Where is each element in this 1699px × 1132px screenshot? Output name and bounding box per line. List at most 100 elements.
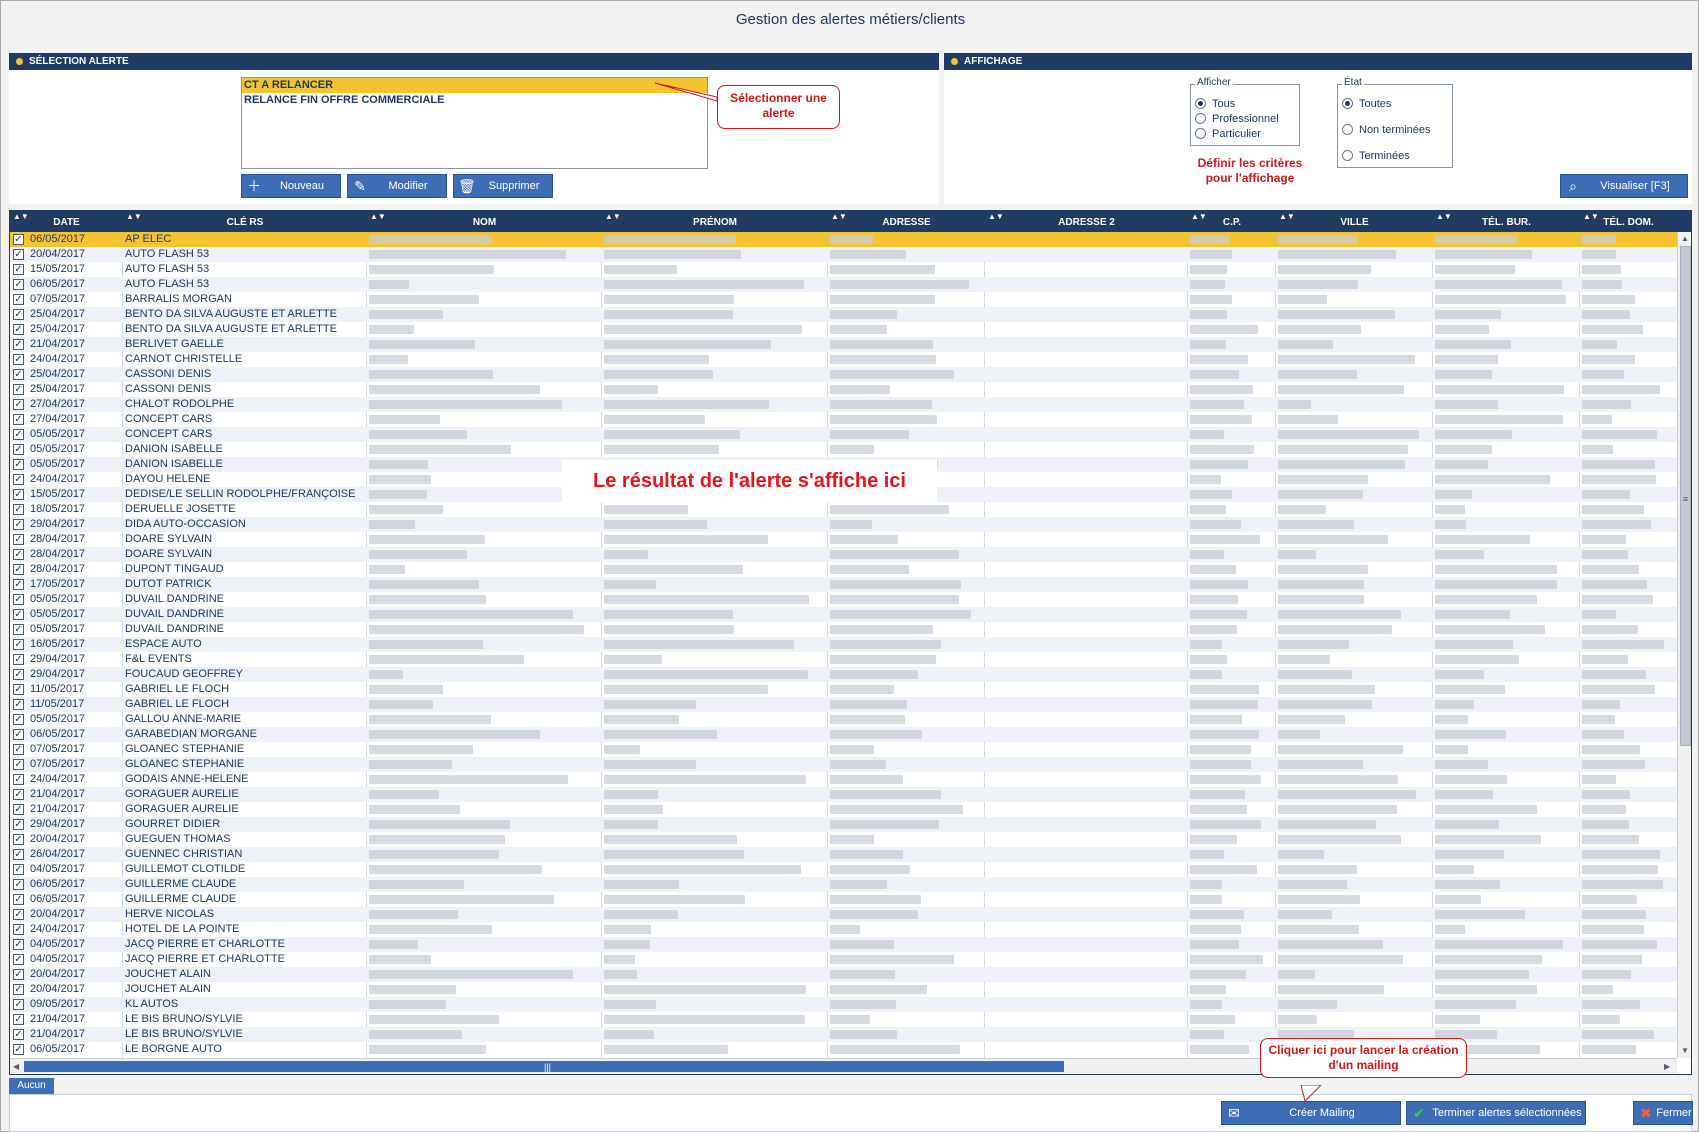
row-checkbox[interactable]: ✓ xyxy=(13,279,24,290)
row-checkbox[interactable]: ✓ xyxy=(13,294,24,305)
scroll-right-icon[interactable]: ▶ xyxy=(1664,1060,1670,1073)
table-row[interactable]: ✓ 05/05/2017 DUVAIL DANDRINE xyxy=(10,592,1677,607)
scroll-down-icon[interactable]: ▼ xyxy=(1681,1044,1689,1057)
table-row[interactable]: ✓ 06/05/2017 GUILLERME CLAUDE xyxy=(10,877,1677,892)
table-row[interactable]: ✓ 06/05/2017 GARABEDIAN MORGANE xyxy=(10,727,1677,742)
row-checkbox[interactable]: ✓ xyxy=(13,429,24,440)
table-row[interactable]: ✓ 21/04/2017 BERLIVET GAELLE xyxy=(10,337,1677,352)
row-checkbox[interactable]: ✓ xyxy=(13,369,24,380)
row-checkbox[interactable]: ✓ xyxy=(13,999,24,1010)
row-checkbox[interactable]: ✓ xyxy=(13,684,24,695)
row-checkbox[interactable]: ✓ xyxy=(13,309,24,320)
table-row[interactable]: ✓ 27/04/2017 CONCEPT CARS xyxy=(10,412,1677,427)
table-row[interactable]: ✓ 29/04/2017 F&L EVENTS xyxy=(10,652,1677,667)
row-checkbox[interactable]: ✓ xyxy=(13,579,24,590)
table-row[interactable]: ✓ 24/04/2017 CARNOT CHRISTELLE xyxy=(10,352,1677,367)
row-checkbox[interactable]: ✓ xyxy=(13,444,24,455)
table-row[interactable]: ✓ 27/04/2017 CHALOT RODOLPHE xyxy=(10,397,1677,412)
column-header[interactable]: ▲▼ TÉL. BUR. xyxy=(1433,211,1580,232)
row-checkbox[interactable]: ✓ xyxy=(13,564,24,575)
column-header[interactable]: ▲▼ ADRESSE xyxy=(828,211,985,232)
row-checkbox[interactable]: ✓ xyxy=(13,804,24,815)
column-header[interactable]: ▲▼ C.P. xyxy=(1188,211,1276,232)
table-row[interactable]: ✓ 21/04/2017 GORAGUER AURELIE xyxy=(10,802,1677,817)
row-checkbox[interactable]: ✓ xyxy=(13,669,24,680)
table-row[interactable]: ✓ 28/04/2017 DOARE SYLVAIN xyxy=(10,547,1677,562)
table-row[interactable]: ✓ 24/04/2017 HOTEL DE LA POINTE xyxy=(10,922,1677,937)
row-checkbox[interactable]: ✓ xyxy=(13,789,24,800)
row-checkbox[interactable]: ✓ xyxy=(13,519,24,530)
table-row[interactable]: ✓ 20/04/2017 JOUCHET ALAIN xyxy=(10,967,1677,982)
table-row[interactable]: ✓ 25/04/2017 BENTO DA SILVA AUGUSTE ET ARL… xyxy=(10,307,1677,322)
row-checkbox[interactable]: ✓ xyxy=(13,414,24,425)
table-row[interactable]: ✓ 07/05/2017 GLOANEC STEPHANIE xyxy=(10,757,1677,772)
table-row[interactable]: ✓ 06/05/2017 GUILLERME CLAUDE xyxy=(10,892,1677,907)
table-row[interactable]: ✓ 04/05/2017 JACQ PIERRE ET CHARLOTTE xyxy=(10,952,1677,967)
row-checkbox[interactable]: ✓ xyxy=(13,549,24,560)
row-checkbox[interactable]: ✓ xyxy=(13,924,24,935)
row-checkbox[interactable]: ✓ xyxy=(13,984,24,995)
column-header[interactable]: ▲▼ VILLE xyxy=(1276,211,1433,232)
row-checkbox[interactable]: ✓ xyxy=(13,594,24,605)
finish-alerts-button[interactable]: ✔ Terminer alertes sélectionnées xyxy=(1406,1101,1586,1125)
table-row[interactable]: ✓ 21/04/2017 LE BIS BRUNO/SYLVIE xyxy=(10,1012,1677,1027)
horizontal-scroll-thumb[interactable]: ||| xyxy=(24,1061,1064,1072)
column-header[interactable]: ▲▼ TÉL. DOM. xyxy=(1580,211,1677,232)
row-checkbox[interactable]: ✓ xyxy=(13,1029,24,1040)
row-checkbox[interactable]: ✓ xyxy=(13,729,24,740)
row-checkbox[interactable]: ✓ xyxy=(13,879,24,890)
edit-alert-button[interactable]: ✎ Modifier xyxy=(347,174,447,198)
table-row[interactable]: ✓ 11/05/2017 GABRIEL LE FLOCH xyxy=(10,697,1677,712)
radio-terminees[interactable]: Terminées xyxy=(1342,149,1410,163)
close-button[interactable]: ✖ Fermer xyxy=(1633,1101,1693,1125)
row-checkbox[interactable]: ✓ xyxy=(13,354,24,365)
radio-professionnel[interactable]: Professionnel xyxy=(1195,112,1279,126)
table-row[interactable]: ✓ 25/04/2017 CASSONI DENIS xyxy=(10,382,1677,397)
row-checkbox[interactable]: ✓ xyxy=(13,864,24,875)
table-row[interactable]: ✓ 04/05/2017 GUILLEMOT CLOTILDE xyxy=(10,862,1677,877)
radio-tous[interactable]: Tous xyxy=(1195,97,1235,111)
table-row[interactable]: ✓ 07/05/2017 GLOANEC STEPHANIE xyxy=(10,742,1677,757)
scroll-up-icon[interactable]: ▲ xyxy=(1681,232,1689,245)
table-row[interactable]: ✓ 20/04/2017 JOUCHET ALAIN xyxy=(10,982,1677,997)
row-checkbox[interactable]: ✓ xyxy=(13,819,24,830)
row-checkbox[interactable]: ✓ xyxy=(13,609,24,620)
table-row[interactable]: ✓ 20/04/2017 GUEGUEN THOMAS xyxy=(10,832,1677,847)
row-checkbox[interactable]: ✓ xyxy=(13,969,24,980)
table-row[interactable]: ✓ 20/04/2017 AUTO FLASH 53 xyxy=(10,247,1677,262)
table-row[interactable]: ✓ 05/05/2017 DUVAIL DANDRINE xyxy=(10,607,1677,622)
row-checkbox[interactable]: ✓ xyxy=(13,474,24,485)
column-header[interactable]: ▲▼ NOM xyxy=(367,211,602,232)
table-row[interactable]: ✓ 24/04/2017 GODAIS ANNE-HELENE xyxy=(10,772,1677,787)
table-row[interactable]: ✓ 05/05/2017 DANION ISABELLE xyxy=(10,442,1677,457)
row-checkbox[interactable]: ✓ xyxy=(13,534,24,545)
column-header[interactable]: ▲▼ CLÉ RS xyxy=(123,211,367,232)
row-checkbox[interactable]: ✓ xyxy=(13,954,24,965)
create-mailing-button[interactable]: ✉ Créer Mailing xyxy=(1221,1101,1401,1125)
table-row[interactable]: ✓ 05/05/2017 DUVAIL DANDRINE xyxy=(10,622,1677,637)
table-row[interactable]: ✓ 18/05/2017 DERUELLE JOSETTE xyxy=(10,502,1677,517)
table-row[interactable]: ✓ 16/05/2017 ESPACE AUTO xyxy=(10,637,1677,652)
table-row[interactable]: ✓ 28/04/2017 DUPONT TINGAUD xyxy=(10,562,1677,577)
table-row[interactable]: ✓ 05/05/2017 CONCEPT CARS xyxy=(10,427,1677,442)
column-header[interactable]: ▲▼ DATE xyxy=(10,211,123,232)
column-header[interactable]: ▲▼ PRÉNOM xyxy=(602,211,828,232)
table-row[interactable]: ✓ 25/04/2017 CASSONI DENIS xyxy=(10,367,1677,382)
table-row[interactable]: ✓ 15/05/2017 AUTO FLASH 53 xyxy=(10,262,1677,277)
delete-alert-button[interactable]: 🗑 Supprimer xyxy=(453,174,553,198)
radio-non-terminees[interactable]: Non terminées xyxy=(1342,123,1431,137)
grid-rows[interactable]: ✓ 06/05/2017 AP ELEC ✓ 20/04/2017 AUTO FLASH … xyxy=(10,232,1677,1058)
row-checkbox[interactable]: ✓ xyxy=(13,489,24,500)
row-checkbox[interactable]: ✓ xyxy=(13,1044,24,1055)
row-checkbox[interactable]: ✓ xyxy=(13,834,24,845)
column-header[interactable]: ▲▼ ADRESSE 2 xyxy=(985,211,1188,232)
table-row[interactable]: ✓ 29/04/2017 FOUCAUD GEOFFREY xyxy=(10,667,1677,682)
row-checkbox[interactable]: ✓ xyxy=(13,909,24,920)
row-checkbox[interactable]: ✓ xyxy=(13,234,24,245)
visualize-button[interactable]: ⌕ Visualiser [F3] xyxy=(1560,174,1688,198)
scroll-left-icon[interactable]: ◀ xyxy=(13,1060,19,1073)
row-checkbox[interactable]: ✓ xyxy=(13,759,24,770)
table-row[interactable]: ✓ 09/05/2017 KL AUTOS xyxy=(10,997,1677,1012)
row-checkbox[interactable]: ✓ xyxy=(13,774,24,785)
table-row[interactable]: ✓ 21/04/2017 GORAGUER AURELIE xyxy=(10,787,1677,802)
